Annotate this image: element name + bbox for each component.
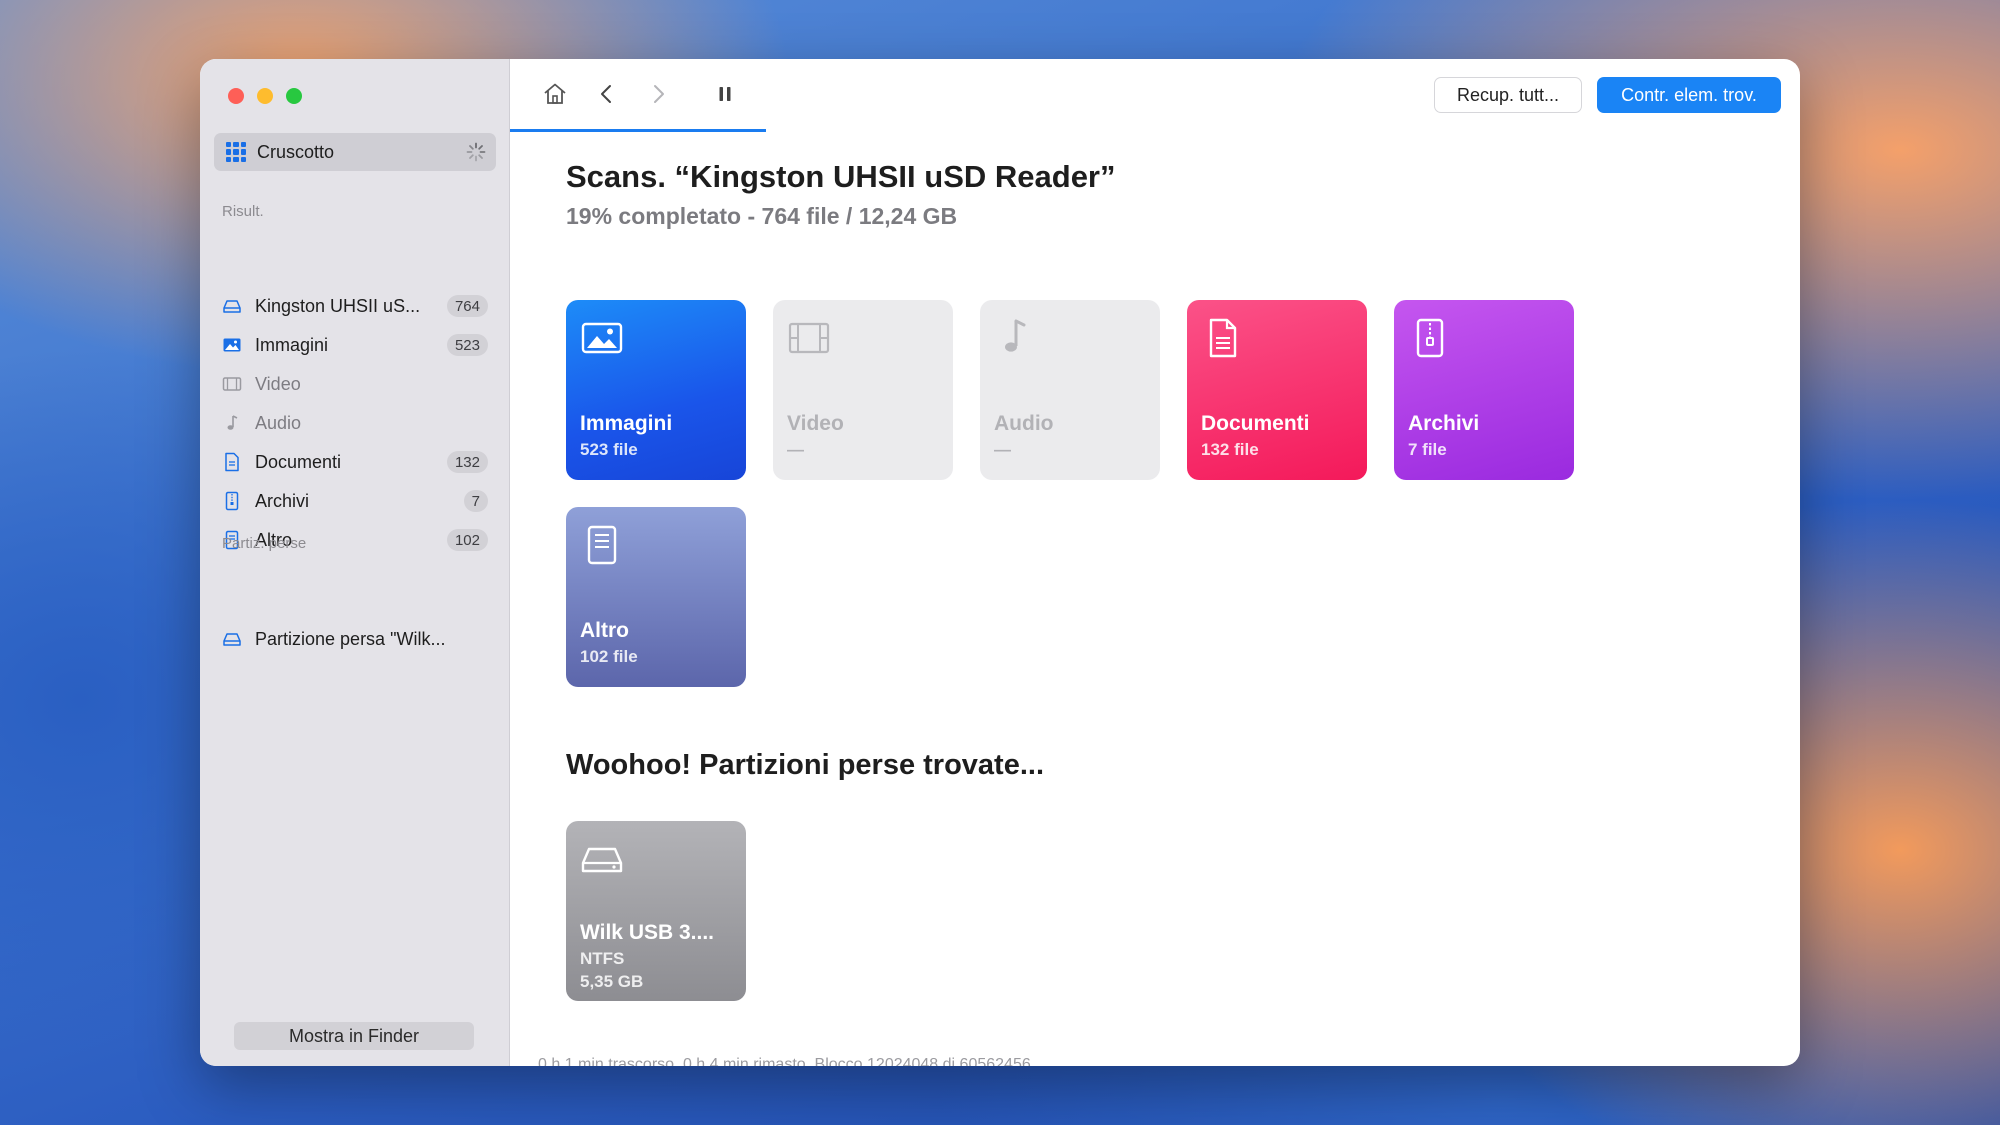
tile-name: Archivi: [1408, 412, 1480, 435]
lost-partitions-heading: Woohoo! Partizioni perse trovate...: [566, 749, 1045, 781]
film-icon: [222, 374, 242, 394]
forward-icon[interactable]: [643, 79, 673, 109]
toolbar: Recup. tutt... Contr. elem. trov.: [510, 59, 1800, 132]
sidebar-item-label: Documenti: [255, 451, 342, 472]
music-note-icon: [222, 413, 242, 433]
image-icon: [222, 335, 242, 355]
tile-count: —: [994, 440, 1011, 459]
maximize-window-button[interactable]: [286, 88, 302, 104]
sidebar-item-label: Audio: [255, 412, 302, 433]
partition-size: 5,35 GB: [580, 972, 644, 991]
sidebar-item-audio[interactable]: Audio: [222, 408, 490, 438]
show-in-finder-button[interactable]: Mostra in Finder: [234, 1022, 474, 1050]
scan-progress-text: 19% completato - 764 file / 12,24 GB: [566, 203, 958, 229]
sidebar-item-documenti[interactable]: Documenti 132: [222, 447, 490, 477]
tile-documenti[interactable]: Documenti 132 file: [1187, 300, 1367, 480]
sidebar-item-kingston[interactable]: Kingston UHSII uS... 764: [222, 291, 490, 321]
scan-progress-bar: [510, 129, 766, 132]
tile-lost-partition[interactable]: Wilk USB 3.... NTFS 5,35 GB: [566, 821, 746, 1001]
pause-icon[interactable]: [710, 79, 740, 109]
home-icon[interactable]: [540, 79, 570, 109]
count-badge: 764: [446, 295, 488, 317]
document-icon: [222, 452, 242, 472]
tile-name: Audio: [994, 412, 1054, 435]
spinner-icon: [466, 142, 486, 162]
other-file-icon: [587, 525, 617, 565]
tile-name: Documenti: [1201, 412, 1310, 435]
tile-name: Wilk USB 3....: [580, 921, 715, 944]
sidebar: Cruscotto Risult. Kingston UHSII uS... 7…: [200, 59, 510, 1066]
sidebar-item-label: Cruscotto: [257, 141, 335, 162]
sidebar-item-archivi[interactable]: Archivi 7: [222, 486, 490, 516]
tile-name: Immagini: [580, 412, 673, 435]
count-badge: 132: [446, 451, 488, 473]
page-title: Scans. “Kingston UHSII uSD Reader”: [566, 159, 1116, 194]
tile-name: Altro: [580, 619, 629, 642]
grid-icon: [226, 142, 246, 162]
tile-altro[interactable]: Altro 102 file: [566, 507, 746, 687]
count-badge: 7: [463, 490, 488, 512]
film-icon: [788, 322, 830, 354]
results-section-header: Risult.: [222, 203, 264, 220]
sidebar-item-lost-partition[interactable]: Partizione persa "Wilk...: [222, 624, 490, 654]
tile-immagini[interactable]: Immagini 523 file: [566, 300, 746, 480]
tile-video[interactable]: Video —: [773, 300, 953, 480]
archive-icon: [1416, 318, 1444, 358]
drive-icon: [222, 296, 242, 316]
drive-icon: [222, 629, 242, 649]
tile-count: 102 file: [580, 647, 638, 666]
partition-filesystem: NTFS: [580, 949, 625, 968]
sidebar-item-immagini[interactable]: Immagini 523: [222, 330, 490, 360]
count-badge: 523: [446, 334, 488, 356]
count-badge: 102: [446, 529, 488, 551]
tile-count: 523 file: [580, 440, 638, 459]
tile-count: —: [787, 440, 804, 459]
review-found-items-button[interactable]: Contr. elem. trov.: [1597, 77, 1781, 113]
sidebar-item-video[interactable]: Video: [222, 369, 490, 399]
tile-name: Video: [787, 412, 844, 435]
scan-status-text: 0 h 1 min trascorso, 0 h 4 min rimasto. …: [538, 1056, 1031, 1066]
back-icon[interactable]: [592, 79, 622, 109]
tile-count: 132 file: [1201, 440, 1259, 459]
tile-archivi[interactable]: Archivi 7 file: [1394, 300, 1574, 480]
minimize-window-button[interactable]: [257, 88, 273, 104]
image-icon: [581, 322, 623, 354]
window-controls: [228, 88, 302, 104]
lost-partitions-section-header: Partiz. perse: [222, 535, 307, 552]
main-content: Recup. tutt... Contr. elem. trov. Scans.…: [510, 59, 1800, 1066]
music-note-icon: [1005, 319, 1026, 352]
sidebar-item-label: Archivi: [255, 490, 310, 511]
document-icon: [1209, 318, 1237, 358]
sidebar-item-label: Immagini: [255, 334, 329, 355]
app-window: Cruscotto Risult. Kingston UHSII uS... 7…: [200, 59, 1800, 1066]
tile-audio[interactable]: Audio —: [980, 300, 1160, 480]
close-window-button[interactable]: [228, 88, 244, 104]
tile-count: 7 file: [1408, 440, 1447, 459]
archive-icon: [222, 491, 242, 511]
sidebar-item-dashboard[interactable]: Cruscotto: [214, 133, 496, 171]
sidebar-item-label: Partizione persa "Wilk...: [255, 628, 446, 649]
sidebar-item-label: Kingston UHSII uS...: [255, 295, 421, 316]
drive-icon: [581, 847, 623, 873]
recover-all-button[interactable]: Recup. tutt...: [1434, 77, 1582, 113]
sidebar-item-label: Video: [255, 373, 301, 394]
